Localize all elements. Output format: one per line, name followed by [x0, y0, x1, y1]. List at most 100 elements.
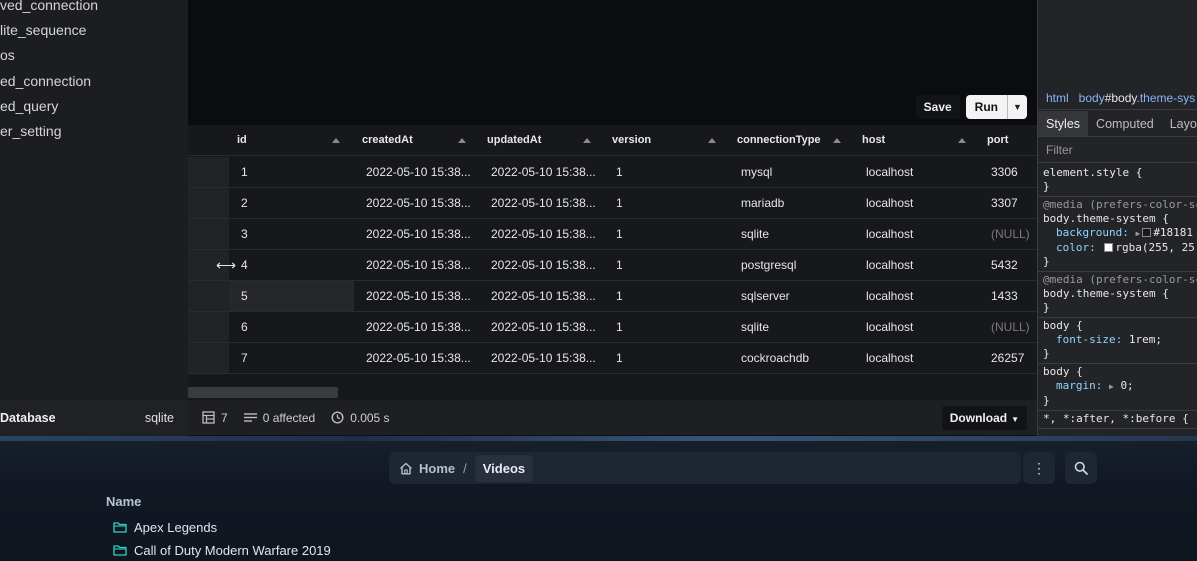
table-cell-connectionType[interactable]: sqlite: [729, 312, 854, 342]
table-cell-createdAt[interactable]: 2022-05-10 15:38...: [354, 157, 479, 187]
sort-icon[interactable]: [833, 138, 841, 143]
table-cell-updatedAt[interactable]: 2022-05-10 15:38...: [479, 188, 604, 218]
run-options-button[interactable]: ▼: [1007, 95, 1027, 119]
sort-icon[interactable]: [708, 138, 716, 143]
table-cell-updatedAt[interactable]: 2022-05-10 15:38...: [479, 157, 604, 187]
table-cell-host[interactable]: localhost: [854, 250, 979, 280]
table-cell-createdAt[interactable]: 2022-05-10 15:38...: [354, 188, 479, 218]
breadcrumb-body[interactable]: body#body.theme-sys: [1079, 91, 1196, 105]
table-cell-port[interactable]: 5432: [979, 250, 1037, 280]
table-cell-updatedAt[interactable]: 2022-05-10 15:38...: [479, 250, 604, 280]
table-row[interactable]: 7 2022-05-10 15:38... 2022-05-10 15:38... 1…: [188, 343, 1037, 374]
tab-layout[interactable]: Layo: [1162, 111, 1197, 136]
tab-styles[interactable]: Styles: [1038, 111, 1089, 136]
breadcrumb-html[interactable]: html: [1046, 91, 1069, 105]
table-cell-id[interactable]: 5: [229, 281, 354, 311]
rule-property[interactable]: font-size: 1rem;: [1043, 333, 1194, 347]
breadcrumb-home[interactable]: Home: [399, 461, 455, 476]
horizontal-scrollbar[interactable]: [188, 387, 338, 398]
tab-computed[interactable]: Computed: [1088, 111, 1162, 136]
breadcrumb-current[interactable]: Videos: [474, 454, 534, 482]
query-editor[interactable]: Save Run ▼: [188, 0, 1037, 125]
sidebar-item-sqlite-sequence[interactable]: lite_sequence: [0, 18, 98, 43]
table-cell-version[interactable]: 1: [604, 157, 729, 187]
table-cell-updatedAt[interactable]: 2022-05-10 15:38...: [479, 219, 604, 249]
row-gutter[interactable]: [188, 188, 229, 218]
table-cell-host[interactable]: localhost: [854, 312, 979, 342]
rule-property[interactable]: color: rgba(255, 25: [1043, 241, 1195, 255]
color-swatch[interactable]: [1104, 243, 1114, 252]
table-cell-version[interactable]: 1: [604, 250, 729, 280]
sort-icon[interactable]: [583, 138, 591, 143]
table-cell-version[interactable]: 1: [604, 281, 729, 311]
table-row[interactable]: 3 2022-05-10 15:38... 2022-05-10 15:38... 1…: [188, 219, 1037, 250]
sort-icon[interactable]: [332, 138, 340, 143]
table-cell-connectionType[interactable]: cockroachdb: [729, 343, 854, 373]
table-cell-id[interactable]: 7: [229, 343, 354, 373]
column-header-port[interactable]: port: [979, 125, 1037, 156]
table-cell-updatedAt[interactable]: 2022-05-10 15:38...: [479, 343, 604, 373]
more-menu-button[interactable]: ⋮: [1023, 452, 1055, 484]
table-cell-connectionType[interactable]: sqlserver: [729, 281, 854, 311]
table-cell-id[interactable]: 2: [229, 188, 354, 218]
table-cell-port[interactable]: 1433: [979, 281, 1037, 311]
table-row[interactable]: 6 2022-05-10 15:38... 2022-05-10 15:38... 1…: [188, 312, 1037, 343]
save-button[interactable]: Save: [915, 95, 960, 119]
sidebar-item-used-connection[interactable]: ed_connection: [0, 69, 98, 94]
rule-property[interactable]: margin: ▶ 0;: [1043, 379, 1194, 394]
table-cell-id[interactable]: 6: [229, 312, 354, 342]
run-button[interactable]: Run: [966, 95, 1007, 119]
table-cell-createdAt[interactable]: 2022-05-10 15:38...: [354, 281, 479, 311]
table-cell-port[interactable]: 26257: [979, 343, 1037, 373]
table-row[interactable]: ⟷ 4 2022-05-10 15:38... 2022-05-10 15:38...…: [188, 250, 1037, 281]
row-gutter[interactable]: [188, 281, 229, 311]
table-cell-createdAt[interactable]: 2022-05-10 15:38...: [354, 219, 479, 249]
table-cell-port[interactable]: (NULL): [979, 312, 1037, 342]
sort-icon[interactable]: [458, 138, 466, 143]
connection-info[interactable]: Database sqlite: [0, 400, 188, 435]
table-cell-port[interactable]: (NULL): [979, 219, 1037, 249]
table-cell-version[interactable]: 1: [604, 312, 729, 342]
table-cell-createdAt[interactable]: 2022-05-10 15:38...: [354, 250, 479, 280]
table-cell-version[interactable]: 1: [604, 188, 729, 218]
table-cell-connectionType[interactable]: mariadb: [729, 188, 854, 218]
row-gutter[interactable]: [188, 219, 229, 249]
table-cell-host[interactable]: localhost: [854, 343, 979, 373]
table-row[interactable]: 1 2022-05-10 15:38... 2022-05-10 15:38... 1…: [188, 157, 1037, 188]
table-cell-version[interactable]: 1: [604, 219, 729, 249]
table-cell-version[interactable]: 1: [604, 343, 729, 373]
table-cell-id[interactable]: 4: [229, 250, 354, 280]
table-cell-id[interactable]: 1: [229, 157, 354, 187]
sidebar-item-used-query[interactable]: ed_query: [0, 94, 98, 119]
table-cell-createdAt[interactable]: 2022-05-10 15:38...: [354, 343, 479, 373]
name-column-header[interactable]: Name: [106, 494, 141, 509]
row-gutter[interactable]: [188, 157, 229, 187]
search-button[interactable]: [1065, 452, 1097, 484]
expand-icon[interactable]: ▶: [1135, 229, 1140, 238]
row-gutter[interactable]: [188, 343, 229, 373]
sidebar-item-saved-connection[interactable]: ved_connection: [0, 0, 98, 18]
expand-icon[interactable]: ▶: [1109, 382, 1114, 391]
row-gutter[interactable]: [188, 312, 229, 342]
table-cell-host[interactable]: localhost: [854, 219, 979, 249]
list-item[interactable]: Apex Legends: [113, 516, 217, 538]
sidebar-item-user-setting[interactable]: er_setting: [0, 119, 98, 144]
table-row[interactable]: 2 2022-05-10 15:38... 2022-05-10 15:38... 1…: [188, 188, 1037, 219]
styles-filter-input[interactable]: Filter: [1038, 138, 1197, 163]
table-cell-connectionType[interactable]: sqlite: [729, 219, 854, 249]
sidebar-item-tabs[interactable]: os: [0, 43, 98, 68]
rule-property[interactable]: background: ▶ #18181: [1043, 226, 1194, 241]
table-cell-port[interactable]: 3307: [979, 188, 1037, 218]
table-cell-host[interactable]: localhost: [854, 157, 979, 187]
table-row[interactable]: 5 2022-05-10 15:38... 2022-05-10 15:38... 1…: [188, 281, 1037, 312]
color-swatch[interactable]: [1142, 228, 1152, 237]
table-cell-updatedAt[interactable]: 2022-05-10 15:38...: [479, 312, 604, 342]
sort-icon[interactable]: [958, 138, 966, 143]
table-cell-id[interactable]: 3: [229, 219, 354, 249]
table-cell-updatedAt[interactable]: 2022-05-10 15:38...: [479, 281, 604, 311]
table-cell-port[interactable]: 3306: [979, 157, 1037, 187]
table-cell-connectionType[interactable]: mysql: [729, 157, 854, 187]
list-item[interactable]: Call of Duty Modern Warfare 2019: [113, 539, 331, 561]
table-cell-host[interactable]: localhost: [854, 281, 979, 311]
table-cell-createdAt[interactable]: 2022-05-10 15:38...: [354, 312, 479, 342]
